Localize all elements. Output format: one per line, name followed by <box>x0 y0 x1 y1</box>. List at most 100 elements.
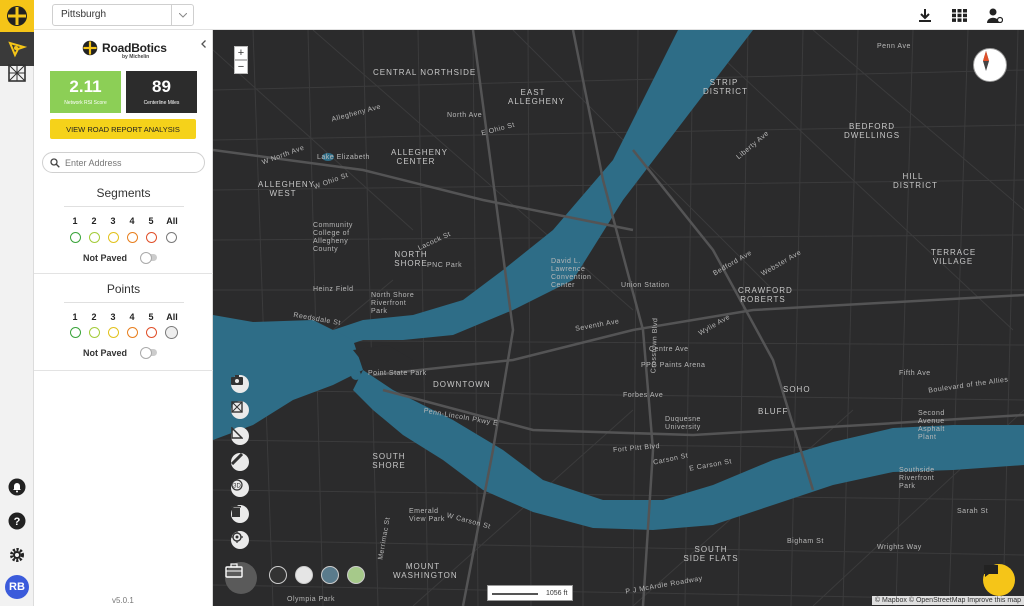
centerline-miles-value: 89 <box>152 77 171 96</box>
map-label-central-northside: CENTRAL NORTHSIDE <box>373 68 477 77</box>
map-label-union-station: Union Station <box>621 282 670 289</box>
points-filter-1[interactable] <box>70 327 81 338</box>
points-not-paved-toggle[interactable] <box>140 347 157 359</box>
map-grid-icon[interactable] <box>231 401 249 419</box>
segments-filter-5[interactable] <box>146 232 157 243</box>
light-style-button[interactable] <box>295 566 313 584</box>
segments-divider <box>64 206 184 207</box>
segments-level-2: 2 <box>91 216 97 226</box>
compass-button[interactable] <box>973 48 1007 82</box>
map-grid-nav-icon[interactable] <box>0 56 34 90</box>
roadbotics-brand-icon <box>82 40 98 56</box>
map-label-east-allegheny: EAST ALLEGHENY <box>508 88 566 106</box>
map-label-allegheny-west: ALLEGHENY WEST <box>258 180 316 198</box>
terrain-style-button[interactable] <box>347 566 365 584</box>
chat-button[interactable] <box>983 564 1015 596</box>
ruler-icon[interactable] <box>231 453 249 471</box>
segments-filter-1[interactable] <box>70 232 81 243</box>
view-road-report-button[interactable]: VIEW ROAD REPORT ANALYSIS <box>50 119 196 139</box>
point-state-park-fountain <box>351 370 361 380</box>
segments-filter-3[interactable] <box>108 232 119 243</box>
map-label-penn-ave: Penn Ave <box>877 43 911 50</box>
points-filter-all[interactable] <box>165 326 178 339</box>
city-select[interactable]: Pittsburgh <box>52 4 194 26</box>
brand-subtitle: by Michelin <box>122 54 150 60</box>
points-filter-3[interactable] <box>108 327 119 338</box>
points-filter-4[interactable] <box>127 327 138 338</box>
gear-icon[interactable] <box>0 538 34 572</box>
map-label-terrace-village: TERRACE VILLAGE <box>931 248 977 266</box>
close-panel-icon[interactable] <box>198 38 210 50</box>
segments-level-1: 1 <box>72 216 78 226</box>
map-label-strip-district: STRIP DISTRICT <box>703 78 748 96</box>
points-filter-2[interactable] <box>89 327 100 338</box>
zoom-out-button[interactable]: − <box>234 60 248 74</box>
segments-not-paved-toggle[interactable] <box>140 252 157 264</box>
address-search[interactable] <box>42 152 205 173</box>
map-attribution[interactable]: © Mapbox © OpenStreetMap Improve this ma… <box>871 596 1024 605</box>
map-label-duquesne-university: Duquesne University <box>665 416 701 431</box>
grid-icon[interactable] <box>950 6 968 24</box>
map-label-south-shore: SOUTH SHORE <box>372 452 406 470</box>
points-level-5: 5 <box>148 312 154 322</box>
map-label-forbes-ave: Forbes Ave <box>623 392 664 399</box>
map-label-emerald-view-park: Emerald View Park <box>409 508 445 523</box>
map-label-soho: SOHO <box>783 385 811 394</box>
map-label-lake-elizabeth: Lake Elizabeth <box>317 154 370 161</box>
segments-filter-2[interactable] <box>89 232 100 243</box>
chevron-down-icon[interactable] <box>171 5 193 25</box>
centerline-miles-label: Centerline Miles <box>143 100 180 106</box>
map-canvas[interactable]: CENTRAL NORTHSIDE EAST ALLEGHENY STRIP D… <box>213 30 1024 606</box>
left-rail: ? RB <box>0 0 34 606</box>
map-label-southside-riverfront-park: Southside Riverfront Park <box>899 467 935 490</box>
points-not-paved-label: Not Paved <box>83 348 128 358</box>
map-label-convention-center: David L. Lawrence Convention Center <box>551 258 592 289</box>
map-label-south-side-flats: SOUTH SIDE FLATS <box>683 545 739 563</box>
top-bar: Pittsburgh <box>34 0 1024 30</box>
segments-filter-all[interactable] <box>166 232 177 243</box>
3d-view-icon[interactable]: 3D <box>231 479 249 497</box>
points-filter-5[interactable] <box>146 327 157 338</box>
map-label-mount-washington: MOUNT WASHINGTON <box>393 562 458 580</box>
section-separator-2 <box>34 370 213 371</box>
points-not-paved-row: Not Paved <box>83 347 157 359</box>
segments-filter-4[interactable] <box>127 232 138 243</box>
address-input[interactable] <box>65 157 195 168</box>
segments-level-all: All <box>166 216 178 226</box>
chat-icon <box>984 565 998 577</box>
segments-not-paved-label: Not Paved <box>83 253 128 263</box>
user-avatar[interactable]: RB <box>5 575 29 599</box>
download-icon[interactable] <box>916 6 934 24</box>
locate-icon[interactable] <box>231 531 249 549</box>
dark-style-button[interactable] <box>269 566 287 584</box>
roadbotics-logo-icon[interactable] <box>0 0 34 32</box>
points-level-2: 2 <box>91 312 97 322</box>
points-level-3: 3 <box>110 312 116 322</box>
rsi-score-card: 2.11 Network RSI Score <box>50 71 121 113</box>
toolbox-icon <box>225 563 243 578</box>
scale-bar <box>492 593 538 595</box>
toolbox-button[interactable] <box>225 562 257 594</box>
camera-icon[interactable] <box>231 375 249 393</box>
map-label-point-state-park: Point State Park <box>368 370 427 377</box>
measure-angle-icon[interactable] <box>231 427 249 445</box>
rsi-score-label: Network RSI Score <box>64 100 107 106</box>
map-label-community-college: Community College of Allegheny County <box>313 222 353 253</box>
segments-level-4: 4 <box>129 216 135 226</box>
help-icon[interactable]: ? <box>0 504 34 538</box>
bell-icon[interactable] <box>0 470 34 504</box>
zoom-in-button[interactable]: + <box>234 46 248 60</box>
segments-level-3: 3 <box>110 216 116 226</box>
map-label-downtown: DOWNTOWN <box>433 380 491 389</box>
side-panel: RoadBotics by Michelin 2.11 Network RSI … <box>34 30 213 606</box>
map-label-allegheny-center: ALLEGHENY CENTER <box>391 148 449 166</box>
map-label-bigham-st: Bigham St <box>787 538 824 545</box>
map-label-fifth-ave: Fifth Ave <box>899 370 931 377</box>
map-label-pnc-park: PNC Park <box>427 262 463 269</box>
brand-name: RoadBotics <box>102 41 167 55</box>
map-label-wrights-way: Wrights Way <box>877 544 922 551</box>
trash-icon[interactable] <box>231 505 249 523</box>
user-settings-icon[interactable] <box>986 6 1004 24</box>
satellite-style-button[interactable] <box>321 566 339 584</box>
city-select-value: Pittsburgh <box>61 9 107 20</box>
